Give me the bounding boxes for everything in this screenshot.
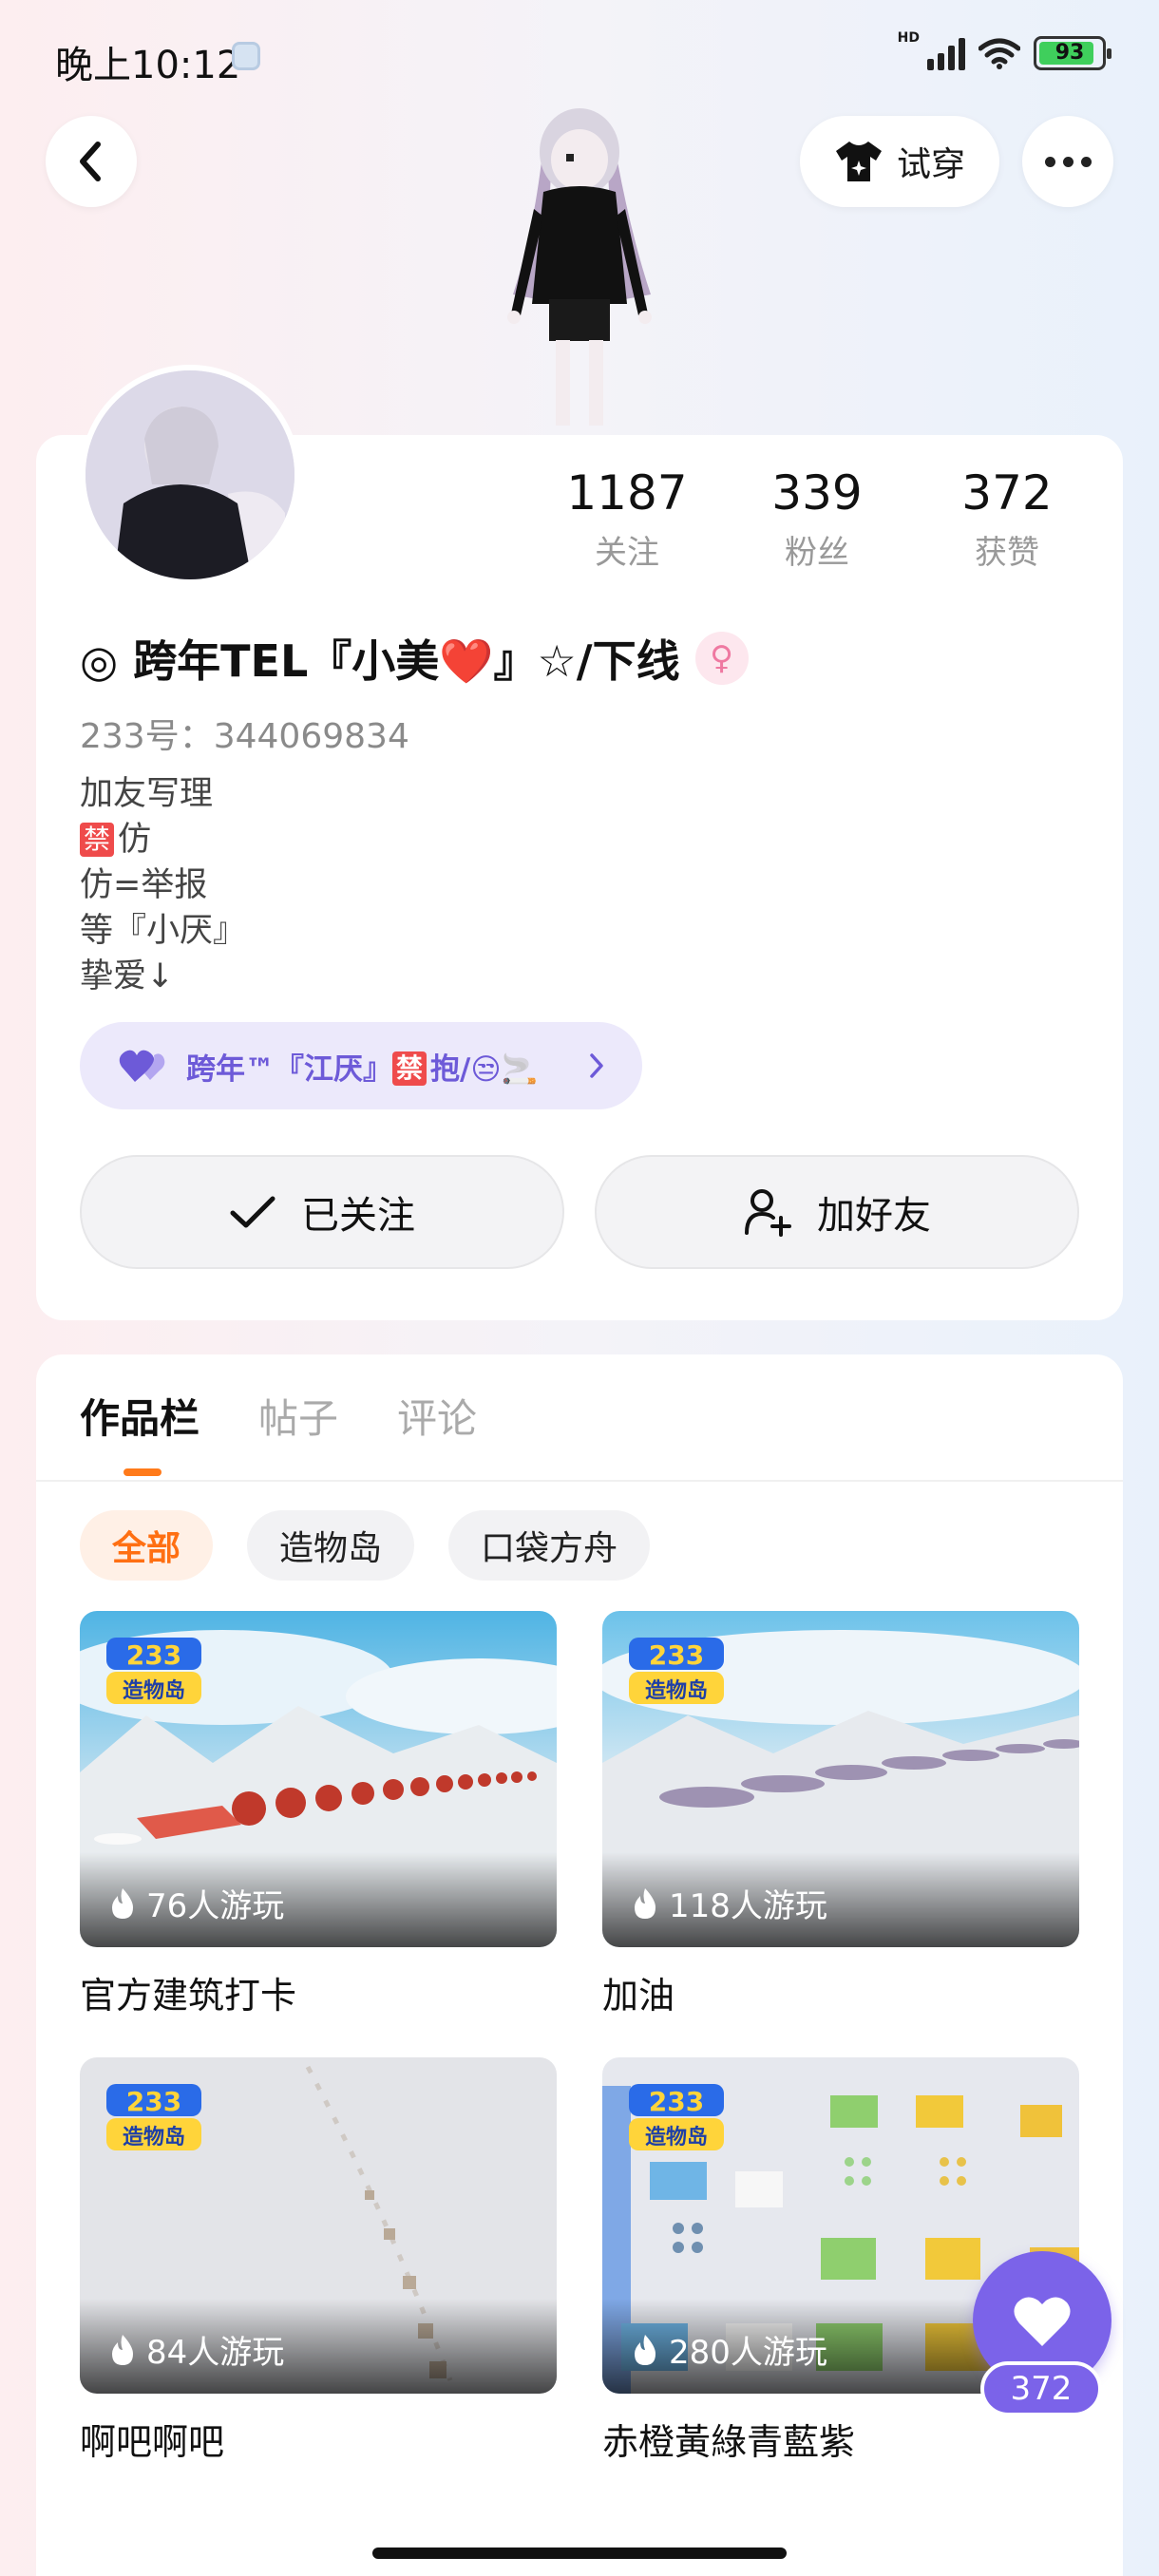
stats-row: 1187 关注 339 粉丝 372 获赞 xyxy=(532,465,1102,573)
battery-level: 93 xyxy=(1054,41,1085,65)
creation-island-logo: 233 造物岛 xyxy=(106,2084,201,2150)
work-item[interactable]: 233 造物岛 84人游玩 啊吧啊吧 xyxy=(80,2057,557,2465)
relation-chip[interactable]: 跨年™『江厌』禁抱/😒🚬 xyxy=(80,1022,642,1109)
divider xyxy=(36,1480,1123,1482)
stat-value: 1187 xyxy=(566,465,688,521)
work-title[interactable]: 加油 xyxy=(602,1966,1079,2018)
svg-text:233: 233 xyxy=(649,2086,704,2117)
relation-text: 跨年™『江厌』禁抱/😒🚬 xyxy=(186,1051,539,1087)
avatar[interactable] xyxy=(80,365,300,585)
tab-works[interactable]: 作品栏 xyxy=(80,1387,200,1445)
user-id[interactable]: 233号：344069834 xyxy=(80,709,409,758)
more-options-button[interactable] xyxy=(1022,116,1113,207)
more-dot-icon xyxy=(1044,156,1055,167)
notification-icon xyxy=(232,42,260,70)
work-title[interactable]: 赤橙黃綠青藍紫 xyxy=(602,2413,1079,2465)
flame-icon xyxy=(635,1887,656,1919)
battery-icon: 93 xyxy=(1034,36,1112,70)
bio-line: 等『小厌』 xyxy=(80,912,247,950)
avatar-image xyxy=(86,370,294,579)
status-bar: 晚上10:12 HD 93 xyxy=(0,0,1159,114)
more-dot-icon xyxy=(1062,156,1074,167)
svg-text:造物岛: 造物岛 xyxy=(123,2125,185,2150)
flame-icon xyxy=(635,2334,656,2365)
shirt-icon xyxy=(835,142,882,181)
work-thumbnail[interactable]: 233 造物岛 84人游玩 xyxy=(80,2057,557,2394)
stat-likes[interactable]: 372 获赞 xyxy=(912,465,1102,573)
signal-icon xyxy=(927,36,965,70)
like-count-badge: 372 xyxy=(980,2361,1102,2416)
followed-label: 已关注 xyxy=(301,1194,415,1238)
stat-value: 372 xyxy=(961,465,1053,521)
play-count: 84人游玩 xyxy=(108,2326,284,2373)
stat-following[interactable]: 1187 关注 xyxy=(532,465,722,573)
stat-value: 339 xyxy=(771,465,863,521)
character-figure xyxy=(507,108,652,426)
svg-text:造物岛: 造物岛 xyxy=(123,1678,185,1703)
bio: 加友写理 禁仿 仿=举报 等『小厌』 挚爱↓ xyxy=(80,771,246,999)
stat-label: 关注 xyxy=(595,534,659,572)
play-count: 280人游玩 xyxy=(631,2326,827,2373)
bio-line: 挚爱↓ xyxy=(80,957,175,995)
heart-icon xyxy=(1014,2297,1071,2346)
status-time: 晚上10:12 xyxy=(55,44,241,87)
work-item[interactable]: 233 造物岛 118人游玩 加油 xyxy=(602,1611,1079,2018)
tab-posts[interactable]: 帖子 xyxy=(258,1387,338,1445)
stat-followers[interactable]: 339 粉丝 xyxy=(722,465,912,573)
bio-line: 仿=举报 xyxy=(80,866,208,904)
bio-line: 加友写理 xyxy=(80,775,214,813)
creation-island-logo: 233 造物岛 xyxy=(106,1638,201,1704)
svg-text:造物岛: 造物岛 xyxy=(645,2125,708,2150)
flame-icon xyxy=(112,1887,133,1919)
check-icon xyxy=(230,1196,276,1228)
work-thumbnail[interactable]: 233 造物岛 76人游玩 xyxy=(80,1611,557,1947)
profile-name: ◎ 跨年TEL『小美❤️』☆/下线 xyxy=(80,635,680,687)
add-user-icon xyxy=(745,1189,791,1237)
female-icon: ♀ xyxy=(694,632,749,685)
try-on-button[interactable]: 试穿 xyxy=(800,116,999,207)
status-icons: HD 93 xyxy=(898,30,1112,70)
svg-text:233: 233 xyxy=(126,2086,181,2117)
wifi-icon xyxy=(978,38,1020,69)
home-indicator[interactable] xyxy=(372,2548,787,2559)
back-button[interactable] xyxy=(46,116,137,207)
stat-label: 获赞 xyxy=(975,534,1039,572)
filter-pocket-ark[interactable]: 口袋方舟 xyxy=(448,1510,651,1581)
tab-indicator xyxy=(124,1468,162,1476)
profile-name-row: ◎ 跨年TEL『小美❤️』☆/下线 ♀ xyxy=(80,627,749,690)
hd-indicator: HD xyxy=(897,30,920,46)
chevron-right-icon xyxy=(590,1053,603,1078)
flame-icon xyxy=(112,2334,133,2365)
ban-tag: 禁 xyxy=(80,823,115,857)
chevron-left-icon xyxy=(80,142,101,181)
tab-bar: 作品栏 帖子 评论 xyxy=(80,1387,477,1445)
svg-text:233: 233 xyxy=(649,1639,704,1671)
add-friend-button[interactable]: 加好友 xyxy=(595,1155,1079,1269)
svg-text:233: 233 xyxy=(126,1639,181,1671)
stat-label: 粉丝 xyxy=(785,534,849,572)
work-item[interactable]: 233 造物岛 76人游玩 官方建筑打卡 xyxy=(80,1611,557,2018)
add-friend-label: 加好友 xyxy=(817,1194,931,1238)
play-count: 118人游玩 xyxy=(631,1880,827,1926)
work-thumbnail[interactable]: 233 造物岛 118人游玩 xyxy=(602,1611,1079,1947)
filter-row: 全部 造物岛 口袋方舟 xyxy=(80,1510,651,1581)
work-title[interactable]: 啊吧啊吧 xyxy=(80,2413,557,2465)
try-on-label: 试穿 xyxy=(896,145,965,184)
heart-pair-icon xyxy=(119,1050,165,1082)
filter-creation-island[interactable]: 造物岛 xyxy=(247,1510,415,1581)
play-count: 76人游玩 xyxy=(108,1880,284,1926)
followed-button[interactable]: 已关注 xyxy=(80,1155,564,1269)
bio-line: 禁仿 xyxy=(80,817,246,862)
more-dot-icon xyxy=(1080,156,1092,167)
tab-comments[interactable]: 评论 xyxy=(397,1387,477,1445)
creation-island-logo: 233 造物岛 xyxy=(629,1638,724,1704)
svg-text:造物岛: 造物岛 xyxy=(645,1678,708,1703)
work-title[interactable]: 官方建筑打卡 xyxy=(80,1966,557,2018)
creation-island-logo: 233 造物岛 xyxy=(629,2084,724,2150)
filter-all[interactable]: 全部 xyxy=(80,1510,214,1581)
